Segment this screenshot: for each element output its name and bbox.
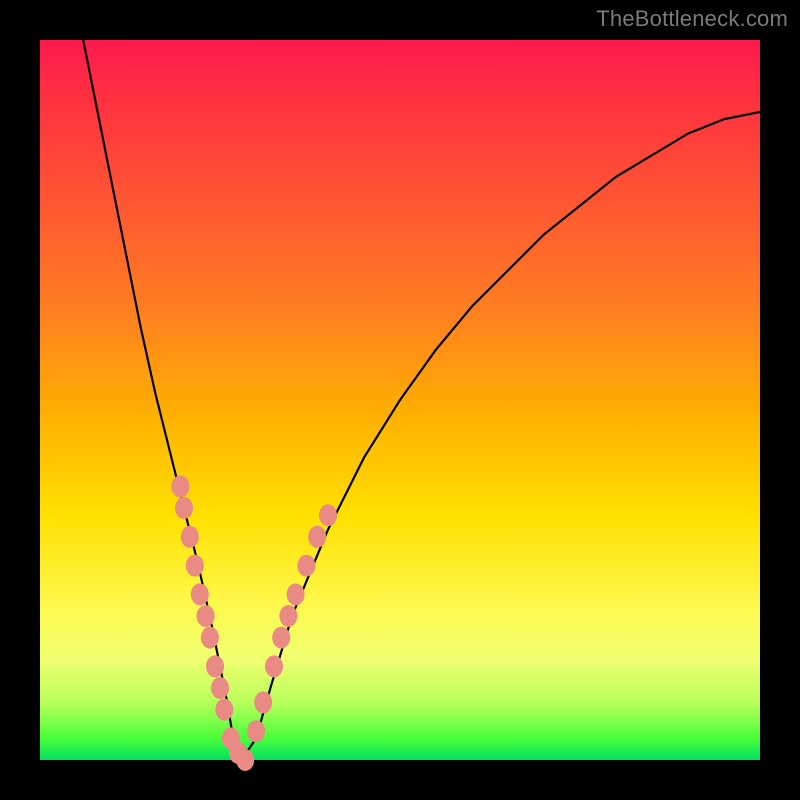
marker-dot (171, 475, 189, 497)
watermark-text: TheBottleneck.com (596, 6, 788, 32)
marker-dot (211, 677, 229, 699)
marker-dot (297, 555, 315, 577)
marker-dot (319, 504, 337, 526)
marker-dot (215, 699, 233, 721)
marker-dot (279, 605, 297, 627)
marker-dot (265, 655, 283, 677)
marker-dot (272, 627, 290, 649)
marker-dot (247, 720, 265, 742)
marker-dots (171, 475, 337, 771)
marker-dot (287, 583, 305, 605)
curve-layer (40, 40, 760, 760)
marker-dot (197, 605, 215, 627)
marker-dot (186, 555, 204, 577)
marker-dot (308, 526, 326, 548)
marker-dot (236, 749, 254, 771)
marker-dot (175, 497, 193, 519)
marker-dot (206, 655, 224, 677)
marker-dot (191, 583, 209, 605)
marker-dot (254, 691, 272, 713)
bottleneck-curve (83, 40, 760, 760)
marker-dot (201, 627, 219, 649)
bottleneck-curve-path (83, 40, 760, 760)
chart-frame: TheBottleneck.com (0, 0, 800, 800)
marker-dot (181, 526, 199, 548)
